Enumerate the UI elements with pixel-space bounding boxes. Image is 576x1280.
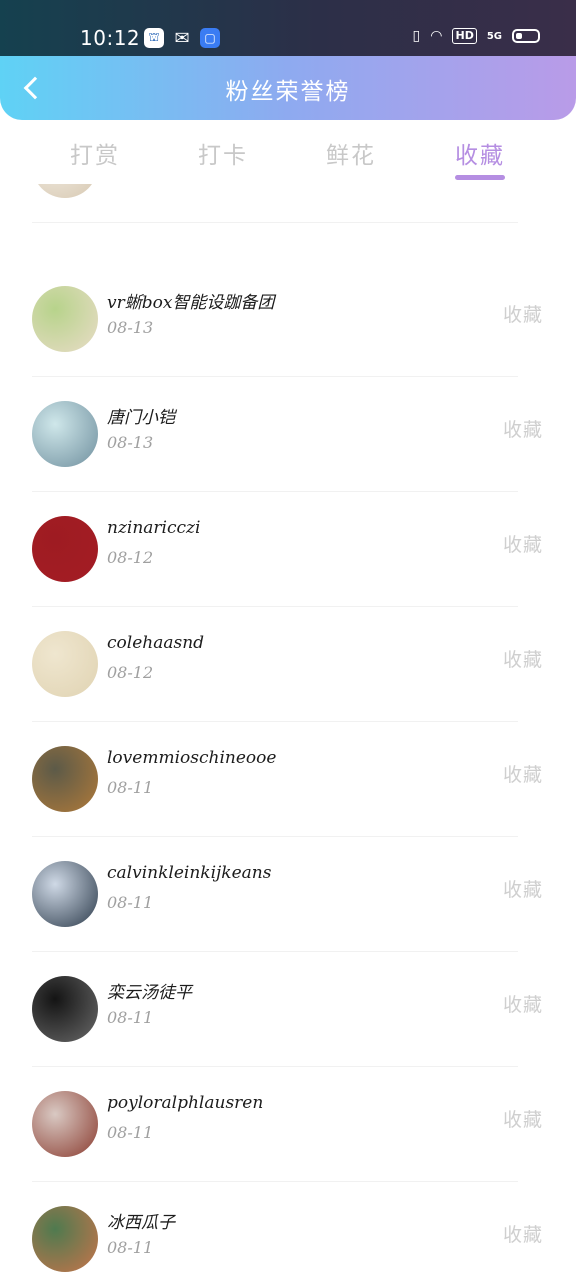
active-tab-indicator <box>455 175 505 180</box>
status-bar: 10:12 ⛫ ✉ ▢ ▯ ◠ HD 5G <box>0 0 576 64</box>
avatar <box>32 184 98 198</box>
fan-date: 08-11 <box>107 1008 154 1027</box>
avatar <box>32 1206 98 1272</box>
wechat-icon: ✉ <box>174 27 190 49</box>
header-bar: 粉丝荣誉榜 <box>0 56 576 120</box>
avatar <box>32 286 98 352</box>
vibrate-icon: ▯ <box>412 28 421 44</box>
page-title: 粉丝荣誉榜 <box>225 79 351 105</box>
status-indicators: ▯ ◠ HD 5G <box>413 28 540 44</box>
favorite-label: 收藏 <box>502 764 543 786</box>
list-item[interactable]: calvinkleinkijkeans 08-11 收藏 <box>0 837 576 952</box>
list-item[interactable]: 08-13 收藏 <box>0 184 576 223</box>
avatar <box>32 631 98 697</box>
divider <box>32 222 518 223</box>
list-item[interactable]: lovemmioschineooe 08-11 收藏 <box>0 722 576 837</box>
fan-name: nzinaricczi <box>107 518 201 538</box>
fan-name: lovemmioschineooe <box>107 748 277 768</box>
tab-checkin[interactable]: 打卡 <box>168 136 278 170</box>
list-item[interactable]: vr蜥box智能设跏备团 08-13 收藏 <box>0 262 576 377</box>
bank-app-icon: ⛫ <box>144 28 164 48</box>
favorite-label: 收藏 <box>502 1224 543 1246</box>
avatar <box>32 746 98 812</box>
fan-date: 08-11 <box>107 1123 154 1142</box>
fan-name: poyloralphlausren <box>107 1093 264 1113</box>
avatar <box>32 976 98 1042</box>
fan-name: 唐门小铠 <box>107 408 175 428</box>
tab-reward[interactable]: 打赏 <box>40 136 150 170</box>
list-item[interactable]: colehaasnd 08-12 收藏 <box>0 607 576 722</box>
fan-date: 08-13 <box>107 318 154 337</box>
battery-icon <box>512 29 540 43</box>
list-item[interactable]: 栾云汤徒平 08-11 收藏 <box>0 952 576 1067</box>
avatar <box>32 516 98 582</box>
status-time: 10:12 <box>80 26 141 50</box>
list-item[interactable]: nzinaricczi 08-12 收藏 <box>0 492 576 607</box>
avatar <box>32 1091 98 1157</box>
hd-badge: HD <box>452 28 477 44</box>
favorite-label: 收藏 <box>502 649 543 671</box>
battery-level <box>516 33 522 39</box>
network-5g-label: 5G <box>486 30 502 42</box>
fan-date: 08-11 <box>107 893 154 912</box>
fan-date: 08-11 <box>107 1238 154 1257</box>
favorite-label: 收藏 <box>502 304 543 326</box>
favorite-label: 收藏 <box>502 419 543 441</box>
fan-list: 08-13 收藏 vr蜥box智能设跏备团 08-13 收藏 唐门小铠 08-1… <box>0 184 576 1280</box>
fan-date: 08-13 <box>107 433 154 452</box>
fan-date: 08-11 <box>107 778 154 797</box>
fan-name: 栾云汤徒平 <box>107 983 192 1003</box>
list-item[interactable]: 冰西瓜子 08-11 收藏 <box>0 1182 576 1280</box>
fan-date: 08-12 <box>107 548 154 567</box>
wifi-icon: ◠ <box>430 28 443 44</box>
fan-date: 08-12 <box>107 663 154 682</box>
fan-name: vr蜥box智能设跏备团 <box>107 293 275 313</box>
favorite-label: 收藏 <box>502 994 543 1016</box>
avatar <box>32 861 98 927</box>
tab-flowers[interactable]: 鲜花 <box>296 136 406 170</box>
fan-name: calvinkleinkijkeans <box>107 863 272 883</box>
fan-name: colehaasnd <box>107 633 205 653</box>
favorite-label: 收藏 <box>502 879 543 901</box>
avatar <box>32 401 98 467</box>
blue-app-icon: ▢ <box>200 28 220 48</box>
tab-favorites[interactable]: 收藏 <box>425 136 535 170</box>
status-app-icons: ⛫ ✉ ▢ <box>144 27 220 49</box>
favorite-label: 收藏 <box>502 534 543 556</box>
list-item[interactable]: 唐门小铠 08-13 收藏 <box>0 377 576 492</box>
favorite-label: 收藏 <box>502 1109 543 1131</box>
list-item[interactable]: poyloralphlausren 08-11 收藏 <box>0 1067 576 1182</box>
fan-name: 冰西瓜子 <box>107 1213 175 1233</box>
